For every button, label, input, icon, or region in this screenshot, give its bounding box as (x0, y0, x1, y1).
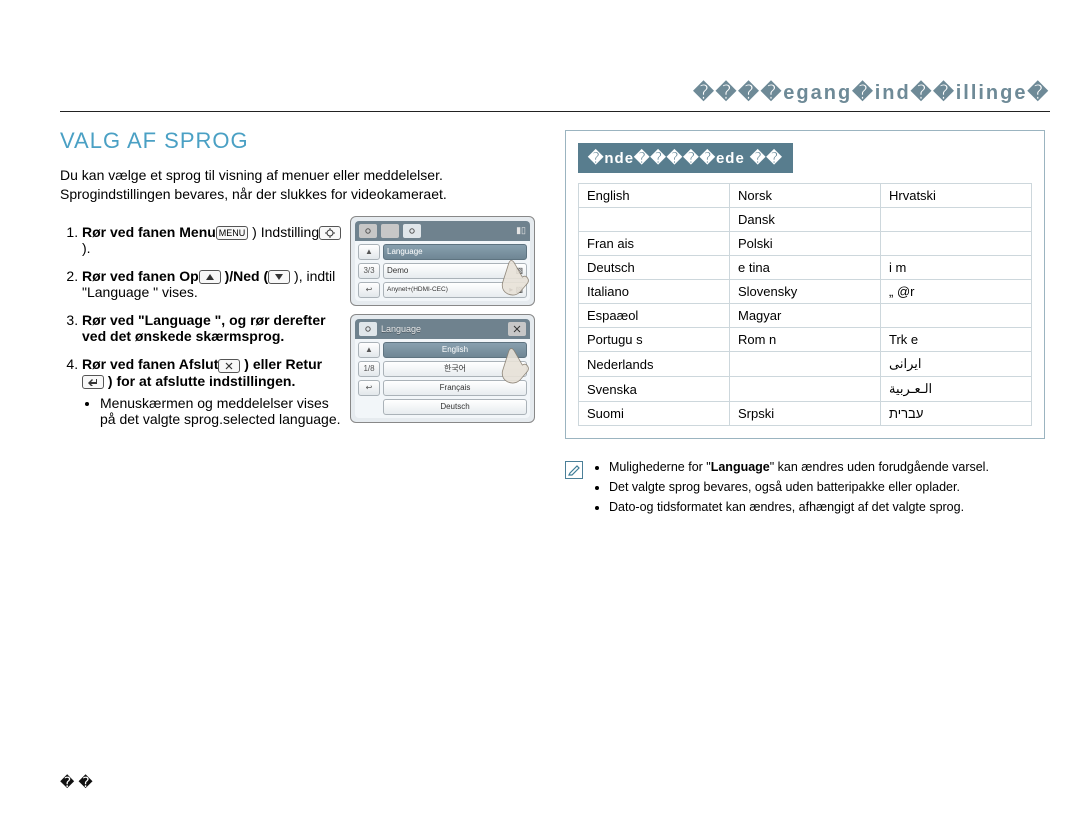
up-button[interactable]: ▲ (358, 342, 380, 358)
language-cell: Fran ais (579, 232, 730, 256)
touch-hand-icon (494, 343, 536, 385)
close-icon[interactable] (508, 322, 526, 336)
device-screenshot-settings: ▮▯ ▲ 3/3 ↩ Language Demo▧ Anynet+ (350, 216, 535, 306)
header-divider (60, 111, 1050, 112)
device-screenshot-language: Language ▲ 1/8 ↩ English (350, 314, 535, 423)
close-icon (218, 359, 240, 373)
note-item: Mulighederne for "Language" kan ændres u… (609, 459, 989, 476)
language-cell: Magyar (730, 304, 881, 328)
language-cell: e tina (730, 256, 881, 280)
page-header: ����egang�ind��illinge� (60, 80, 1050, 105)
page-indicator: 3/3 (358, 263, 380, 279)
battery-icon: ▮▯ (516, 225, 526, 236)
gear-icon (359, 224, 377, 238)
device-title: Language (381, 324, 421, 334)
language-cell: Nederlands (579, 352, 730, 377)
return-button[interactable]: ↩ (358, 380, 380, 396)
note-icon (565, 461, 583, 479)
language-cell (730, 377, 881, 402)
language-cell (730, 352, 881, 377)
language-cell (881, 232, 1032, 256)
language-cell: ایرانی (881, 352, 1032, 377)
language-cell: „ @r (881, 280, 1032, 304)
step-2: Rør ved fanen Op )/Ned ( ), indtil "Lang… (82, 268, 342, 300)
page-indicator: 1/8 (358, 361, 380, 377)
step-1: Rør ved fanen MenuMENU ) Indstilling ). (82, 224, 342, 256)
language-cell: Srpski (730, 402, 881, 426)
up-icon (199, 270, 221, 284)
intro-text: Du kan vælge et sprog til visning af men… (60, 166, 540, 204)
language-cell: עברית (881, 402, 1032, 426)
language-cell: Italiano (579, 280, 730, 304)
gear-icon (359, 322, 377, 336)
notes-section: Mulighederne for "Language" kan ændres u… (565, 459, 1045, 519)
language-cell: Dansk (730, 208, 881, 232)
list-item[interactable]: Deutsch (383, 399, 527, 415)
language-cell: Espaæol (579, 304, 730, 328)
touch-hand-icon (494, 255, 536, 297)
language-cell: Trk e (881, 328, 1032, 352)
language-cell: Portugu s (579, 328, 730, 352)
language-cell (881, 208, 1032, 232)
page-number: �� (60, 774, 97, 791)
note-item: Dato-og tidsformatet kan ændres, afhængi… (609, 499, 989, 516)
language-table: EnglishNorskHrvatskiDanskFran aisPolskiD… (578, 183, 1032, 426)
language-cell: Deutsch (579, 256, 730, 280)
language-cell: Polski (730, 232, 881, 256)
step-4-bullet: Menuskærmen og meddelelser vises på det … (100, 395, 342, 427)
language-cell: الـعـربية (881, 377, 1032, 402)
language-cell: Rom n (730, 328, 881, 352)
steps-list: Rør ved fanen MenuMENU ) Indstilling ). … (60, 224, 342, 427)
return-button[interactable]: ↩ (358, 282, 380, 298)
note-item: Det valgte sprog bevares, også uden batt… (609, 479, 989, 496)
return-icon (82, 375, 104, 389)
step-3: Rør ved "Language ", og rør derefter ved… (82, 312, 342, 344)
step-4: Rør ved fanen Afslut ) eller Retur ) for… (82, 356, 342, 427)
down-icon (268, 270, 290, 284)
language-panel: �nde�����ede �� EnglishNorskHrvatskiDans… (565, 130, 1045, 439)
section-title: VALG AF SPROG (60, 128, 540, 154)
language-cell: Slovensky (730, 280, 881, 304)
language-cell: English (579, 184, 730, 208)
up-button[interactable]: ▲ (358, 244, 380, 260)
language-cell: Hrvatski (881, 184, 1032, 208)
menu-icon: MENU (216, 226, 249, 240)
language-cell (881, 304, 1032, 328)
language-cell: Suomi (579, 402, 730, 426)
language-cell: Svenska (579, 377, 730, 402)
gear-icon (319, 226, 341, 240)
language-panel-header: �nde�����ede �� (578, 143, 793, 173)
language-cell (579, 208, 730, 232)
language-cell: Norsk (730, 184, 881, 208)
tab-icon (381, 224, 399, 238)
language-cell: i m (881, 256, 1032, 280)
gear-icon (403, 224, 421, 238)
